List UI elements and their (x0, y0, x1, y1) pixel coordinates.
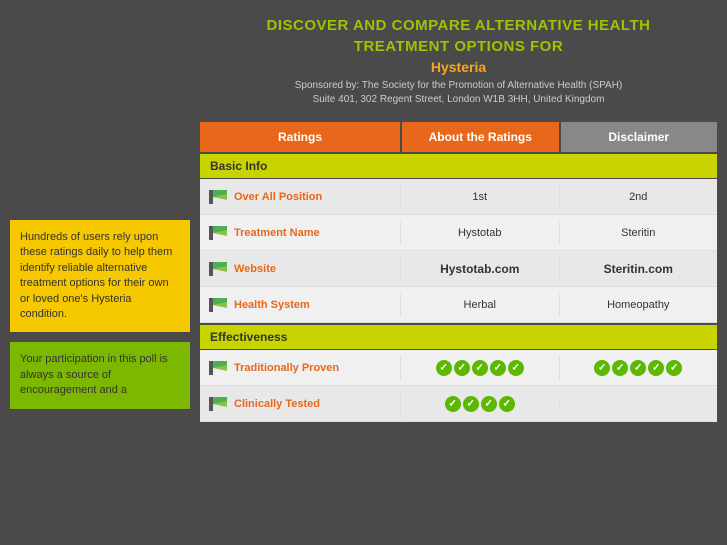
left-sidebar: Hundreds of users rely upon these rating… (0, 0, 200, 545)
tab-ratings[interactable]: Ratings (200, 122, 400, 152)
data-cell-col2: Homeopathy (559, 294, 718, 316)
check-icon (648, 360, 664, 376)
section-effectiveness: Effectiveness (200, 325, 717, 349)
header-line1: DISCOVER AND COMPARE ALTERNATIVE HEALTH … (205, 15, 712, 57)
data-cell-checks-col1 (400, 391, 559, 417)
data-cell-col1: Hystotab.com (400, 257, 559, 281)
row-label-cell: Over All Position (200, 184, 400, 210)
flag-icon (208, 261, 228, 277)
flag-icon (208, 225, 228, 241)
section-basic-info: Basic Info (200, 154, 717, 178)
check-icon (436, 360, 452, 376)
row-label: Traditionally Proven (234, 362, 339, 374)
data-cell-col2: 2nd (559, 186, 718, 208)
flag-icon (208, 297, 228, 313)
header-section: DISCOVER AND COMPARE ALTERNATIVE HEALTH … (200, 10, 717, 112)
tab-disclaimer[interactable]: Disclaimer (561, 122, 718, 152)
row-label-cell: Clinically Tested (200, 391, 400, 417)
sidebar-yellow-box: Hundreds of users rely upon these rating… (10, 220, 190, 332)
check-icon (454, 360, 470, 376)
check-icon (481, 396, 497, 412)
check-icon (666, 360, 682, 376)
table-row: Clinically Tested (200, 386, 717, 422)
table-row: Over All Position 1st 2nd (200, 179, 717, 215)
check-icon (594, 360, 610, 376)
check-icons-col2 (570, 360, 708, 376)
row-label-cell: Treatment Name (200, 220, 400, 246)
flag-icon (208, 396, 228, 412)
data-cell-col2: Steritin.com (559, 257, 718, 281)
row-label-cell: Health System (200, 292, 400, 318)
check-icon (445, 396, 461, 412)
data-cell-checks-col1 (400, 355, 559, 381)
tab-about[interactable]: About the Ratings (402, 122, 559, 152)
row-label: Health System (234, 299, 310, 311)
check-icon (463, 396, 479, 412)
row-label: Treatment Name (234, 227, 320, 239)
table-row: Treatment Name Hystotab Steritin (200, 215, 717, 251)
comparison-table: Ratings About the Ratings Disclaimer Bas… (200, 122, 717, 535)
check-icon (630, 360, 646, 376)
row-label-cell: Traditionally Proven (200, 355, 400, 381)
data-cell-col2: Steritin (559, 222, 718, 244)
table-row: Website Hystotab.com Steritin.com (200, 251, 717, 287)
check-icons-col1 (411, 360, 549, 376)
row-label: Clinically Tested (234, 398, 320, 410)
table-row: Health System Herbal Homeopathy (200, 287, 717, 323)
check-icon (490, 360, 506, 376)
flag-icon (208, 360, 228, 376)
data-cell-col1: Hystotab (400, 222, 559, 244)
sidebar-green-box: Your participation in this poll is alway… (10, 342, 190, 408)
sidebar-yellow-text: Hundreds of users rely upon these rating… (20, 231, 172, 320)
data-cell-col1: Herbal (400, 294, 559, 316)
data-cell-checks-col2 (559, 399, 718, 409)
row-label-cell: Website (200, 256, 400, 282)
header-condition: Hysteria (205, 59, 712, 75)
data-cell-checks-col2 (559, 355, 718, 381)
data-cell-col1: 1st (400, 186, 559, 208)
check-icon (508, 360, 524, 376)
check-icon (499, 396, 515, 412)
check-icon (612, 360, 628, 376)
main-content: DISCOVER AND COMPARE ALTERNATIVE HEALTH … (200, 0, 727, 545)
check-icons-col1 (411, 396, 549, 412)
tab-row: Ratings About the Ratings Disclaimer (200, 122, 717, 152)
flag-icon (208, 189, 228, 205)
check-icon (472, 360, 488, 376)
header-sponsor: Sponsored by: The Society for the Promot… (205, 79, 712, 107)
sidebar-green-text: Your participation in this poll is alway… (20, 353, 168, 396)
row-label: Website (234, 263, 276, 275)
table-row: Traditionally Proven (200, 350, 717, 386)
row-label: Over All Position (234, 191, 322, 203)
